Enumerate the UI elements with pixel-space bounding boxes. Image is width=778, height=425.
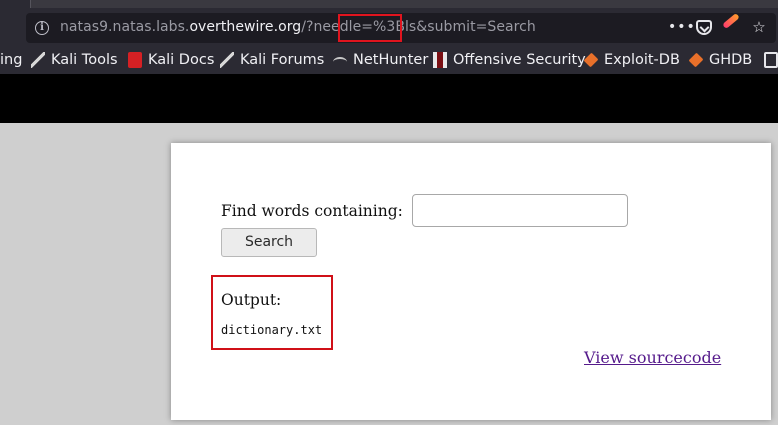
view-sourcecode-link[interactable]: View sourcecode	[584, 348, 721, 367]
pocket-icon[interactable]	[696, 19, 712, 35]
kali-dragon-icon	[31, 52, 45, 68]
bookmark-label: NetHunter	[353, 52, 429, 68]
bookmark-item[interactable]: ing	[0, 50, 22, 70]
url-path: /?needle=%3Bls&submit=Search	[301, 19, 536, 35]
info-icon[interactable]: i	[35, 21, 49, 35]
bookmark-label: Kali Forums	[240, 52, 325, 68]
url-domain: overthewire.org	[189, 19, 302, 35]
output-label: Output:	[221, 291, 282, 309]
page-header-band	[0, 74, 778, 123]
kali-docs-icon	[128, 52, 142, 68]
bookmark-nethunter[interactable]: NetHunter	[333, 50, 428, 70]
bookmark-label: ing	[0, 52, 23, 68]
bookmarks-toolbar: ing Kali Tools Kali Docs Kali Forums Net…	[0, 46, 778, 74]
bookmark-label: Exploit-DB	[604, 52, 680, 68]
offsec-icon	[433, 52, 447, 68]
output-text: dictionary.txt	[221, 323, 323, 337]
bookmark-label: GHDB	[709, 52, 753, 68]
url-prefix: natas9.natas.labs.	[60, 19, 190, 35]
bookmark-label: Offensive Security	[453, 52, 586, 68]
bookmark-label: Kali Docs	[148, 52, 215, 68]
more-bookmarks-icon	[764, 52, 778, 68]
content-card: Find words containing: Search Output: di…	[171, 143, 771, 420]
output-highlight-box	[211, 275, 333, 350]
url-text[interactable]: natas9.natas.labs.overthewire.org/?needl…	[60, 19, 536, 35]
page-actions-menu-icon[interactable]: •••	[668, 18, 695, 36]
url-highlight-box	[338, 14, 402, 42]
extension-icon[interactable]	[722, 12, 740, 36]
bookmark-label: Kali Tools	[51, 52, 118, 68]
bookmark-offensive-security[interactable]: Offensive Security	[433, 50, 586, 70]
exploitdb-icon	[583, 52, 599, 68]
find-words-label: Find words containing:	[221, 202, 403, 220]
search-button[interactable]: Search	[221, 228, 317, 257]
browser-toolbar: i natas9.natas.labs.overthewire.org/?nee…	[0, 10, 778, 46]
bookmark-exploit-db[interactable]: Exploit-DB	[583, 50, 680, 70]
bookmark-kali-tools[interactable]: Kali Tools	[31, 50, 118, 70]
needle-input[interactable]	[412, 194, 628, 227]
exploitdb-icon	[688, 52, 704, 68]
tab-strip	[0, 0, 778, 10]
active-tab-edge[interactable]	[30, 0, 778, 8]
kali-dragon-icon	[220, 52, 234, 68]
more-bookmarks-button[interactable]	[764, 50, 778, 70]
url-bar[interactable]: i natas9.natas.labs.overthewire.org/?nee…	[26, 12, 776, 43]
bookmark-ghdb[interactable]: GHDB	[688, 50, 753, 70]
bookmark-star-icon[interactable]: ☆	[750, 18, 768, 36]
url-actions: ••• ☆	[668, 12, 768, 36]
nethunter-icon	[333, 57, 347, 67]
bookmark-kali-docs[interactable]: Kali Docs	[128, 50, 214, 70]
bookmark-kali-forums[interactable]: Kali Forums	[220, 50, 324, 70]
